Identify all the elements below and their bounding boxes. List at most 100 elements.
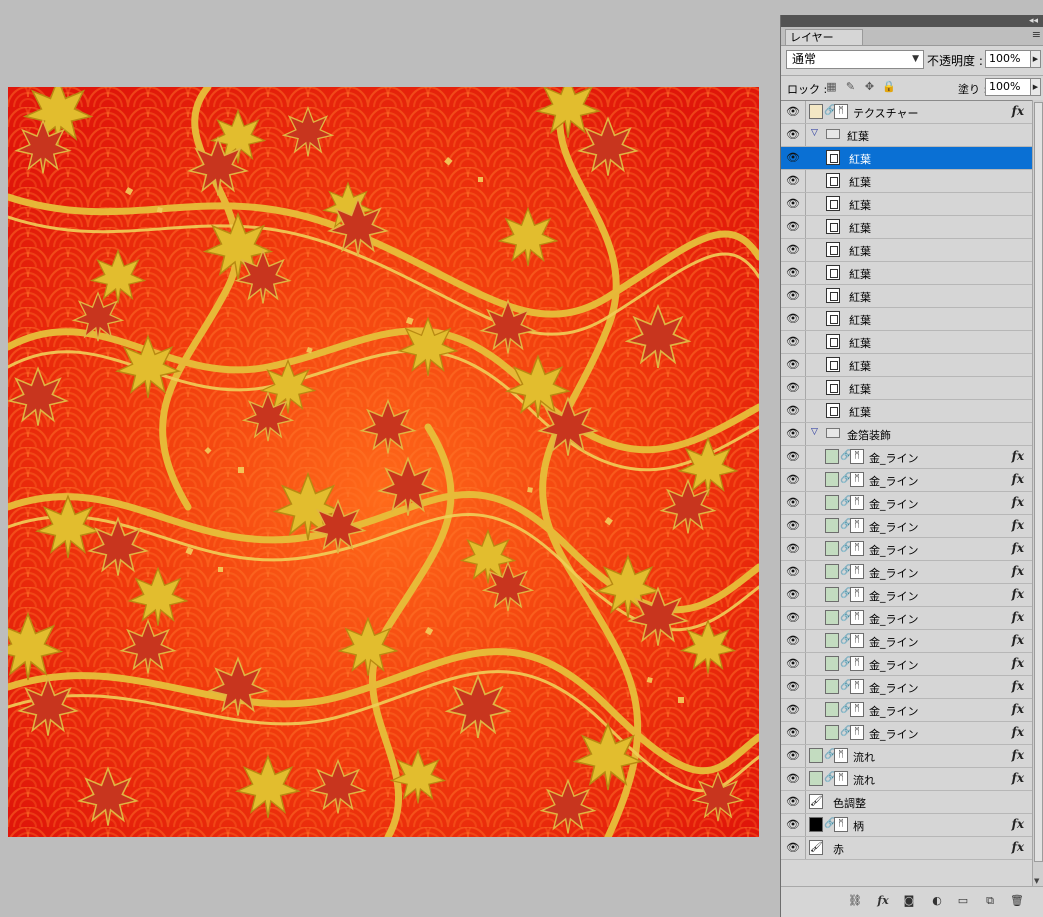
layer-row[interactable]: 👁🔗ᛗ金_ラインfx▼ <box>781 492 1043 515</box>
layer-name[interactable]: 柄 <box>853 818 864 834</box>
layer-row[interactable]: 👁 紅葉 <box>781 354 1043 377</box>
layer-row[interactable]: 👁🔗ᛗ金_ラインfx▼ <box>781 607 1043 630</box>
layer-effects-icon[interactable]: fx <box>1012 656 1024 670</box>
visibility-eye-icon[interactable]: 👁 <box>781 676 806 698</box>
layer-row[interactable]: 👁🔗ᛗ金_ラインfx▼ <box>781 446 1043 469</box>
layer-row[interactable]: 👁🔗ᛗ金_ラインfx▼ <box>781 469 1043 492</box>
layer-row[interactable]: 👁🔗ᛗ流れfx▼ <box>781 768 1043 791</box>
layer-effects-icon[interactable]: fx <box>1012 633 1024 647</box>
layer-row[interactable]: 👁🖌赤fx▼ <box>781 837 1043 860</box>
layer-group-row[interactable]: 👁 ▽ 紅葉 <box>781 124 1043 147</box>
layer-name[interactable]: 金_ライン <box>869 726 919 742</box>
layer-row[interactable]: 👁 紅葉 <box>781 147 1043 170</box>
visibility-eye-icon[interactable]: 👁 <box>781 216 806 238</box>
layer-effects-icon[interactable]: fx <box>1012 587 1024 601</box>
layer-name[interactable]: 金_ライン <box>869 519 919 535</box>
layer-name[interactable]: 紅葉 <box>849 243 871 259</box>
layer-effects-icon[interactable]: fx <box>1012 104 1024 118</box>
layer-row[interactable]: 👁 紅葉 <box>781 400 1043 423</box>
visibility-eye-icon[interactable]: 👁 <box>781 492 806 514</box>
visibility-eye-icon[interactable]: 👁 <box>781 239 806 261</box>
layer-row[interactable]: 👁 紅葉 <box>781 377 1043 400</box>
opacity-slider-arrow[interactable]: ▶ <box>1030 50 1041 68</box>
visibility-eye-icon[interactable]: 👁 <box>781 101 806 123</box>
scroll-down-icon[interactable]: ▼ <box>1034 877 1039 885</box>
layer-row[interactable]: 👁🔗ᛗ金_ラインfx▼ <box>781 561 1043 584</box>
visibility-eye-icon[interactable]: 👁 <box>781 124 806 146</box>
layer-row[interactable]: 👁🔗ᛗ金_ラインfx▼ <box>781 722 1043 745</box>
layer-effects-icon[interactable]: fx <box>1012 518 1024 532</box>
layer-name[interactable]: 金_ライン <box>869 588 919 604</box>
layer-row[interactable]: 👁🔗ᛗ金_ラインfx▼ <box>781 653 1043 676</box>
visibility-eye-icon[interactable]: 👁 <box>781 653 806 675</box>
layer-name[interactable]: 金_ライン <box>869 703 919 719</box>
add-mask-icon[interactable]: ◙ <box>901 893 917 909</box>
visibility-eye-icon[interactable]: 👁 <box>781 722 806 744</box>
layer-name[interactable]: 金_ライン <box>869 680 919 696</box>
fill-field[interactable]: 100% <box>985 78 1031 96</box>
layer-name[interactable]: 金_ライン <box>869 565 919 581</box>
layer-effects-icon[interactable]: fx <box>1012 472 1024 486</box>
layer-name[interactable]: 紅葉 <box>847 128 869 144</box>
layer-name[interactable]: 紅葉 <box>849 197 871 213</box>
visibility-eye-icon[interactable]: 👁 <box>781 193 806 215</box>
layer-effects-icon[interactable]: fx <box>1012 541 1024 555</box>
visibility-eye-icon[interactable]: 👁 <box>781 285 806 307</box>
layer-name[interactable]: 紅葉 <box>849 220 871 236</box>
delete-layer-icon[interactable]: 🗑 <box>1009 893 1025 909</box>
visibility-eye-icon[interactable]: 👁 <box>781 469 806 491</box>
new-group-icon[interactable]: ▭ <box>955 893 971 909</box>
add-layer-style-icon[interactable]: fx <box>875 893 891 909</box>
layer-row[interactable]: 👁🔗ᛗ柄fx▼ <box>781 814 1043 837</box>
layer-name[interactable]: 紅葉 <box>849 289 871 305</box>
lock-image-pixels-icon[interactable]: ✎ <box>844 80 857 93</box>
fill-slider-arrow[interactable]: ▶ <box>1030 78 1041 96</box>
lock-transparent-pixels-icon[interactable]: ▦ <box>825 80 838 93</box>
layer-name[interactable]: 金_ライン <box>869 611 919 627</box>
layer-name[interactable]: 金_ライン <box>869 657 919 673</box>
layer-row[interactable]: 👁 紅葉 <box>781 193 1043 216</box>
visibility-eye-icon[interactable]: 👁 <box>781 630 806 652</box>
layer-effects-icon[interactable]: fx <box>1012 449 1024 463</box>
layer-name[interactable]: 流れ <box>853 749 875 765</box>
layer-row[interactable]: 👁🔗ᛗ金_ラインfx▼ <box>781 630 1043 653</box>
layer-row[interactable]: 👁🔗ᛗテクスチャーfx▼ <box>781 101 1043 124</box>
blend-mode-select[interactable]: 通常 ▼ <box>786 50 924 69</box>
layer-row[interactable]: 👁 紅葉 <box>781 308 1043 331</box>
visibility-eye-icon[interactable]: 👁 <box>781 768 806 790</box>
panel-title-bar[interactable]: ◂◂ <box>781 15 1043 27</box>
visibility-eye-icon[interactable]: 👁 <box>781 745 806 767</box>
expand-arrow-icon[interactable]: ▽ <box>811 427 818 437</box>
visibility-eye-icon[interactable]: 👁 <box>781 584 806 606</box>
layer-row[interactable]: 👁 紅葉 <box>781 216 1043 239</box>
layer-effects-icon[interactable]: fx <box>1012 495 1024 509</box>
layer-name[interactable]: 金箔装飾 <box>847 427 891 443</box>
layer-name[interactable]: 紅葉 <box>849 381 871 397</box>
visibility-eye-icon[interactable]: 👁 <box>781 308 806 330</box>
layer-name[interactable]: 金_ライン <box>869 473 919 489</box>
layer-name[interactable]: 紅葉 <box>849 174 871 190</box>
adjustment-layer-icon[interactable]: ◐ <box>929 893 945 909</box>
tab-layers[interactable]: レイヤー <box>785 29 863 45</box>
layer-name[interactable]: 紅葉 <box>849 266 871 282</box>
layer-name[interactable]: 赤 <box>833 841 844 857</box>
layer-name[interactable]: 紅葉 <box>849 151 871 167</box>
layer-effects-icon[interactable]: fx <box>1012 840 1024 854</box>
visibility-eye-icon[interactable]: 👁 <box>781 814 806 836</box>
layer-row[interactable]: 👁 紅葉 <box>781 262 1043 285</box>
layer-effects-icon[interactable]: fx <box>1012 771 1024 785</box>
visibility-eye-icon[interactable]: 👁 <box>781 377 806 399</box>
document-canvas[interactable] <box>8 87 759 837</box>
visibility-eye-icon[interactable]: 👁 <box>781 837 806 859</box>
layer-name[interactable]: 流れ <box>853 772 875 788</box>
lock-position-icon[interactable]: ✥ <box>863 80 876 93</box>
layer-name[interactable]: 紅葉 <box>849 312 871 328</box>
layer-name[interactable]: 金_ライン <box>869 450 919 466</box>
layer-name[interactable]: テクスチャー <box>853 105 919 121</box>
layer-row[interactable]: 👁 🖌 色調整 <box>781 791 1043 814</box>
layer-row[interactable]: 👁🔗ᛗ金_ラインfx▼ <box>781 676 1043 699</box>
layer-effects-icon[interactable]: fx <box>1012 817 1024 831</box>
visibility-eye-icon[interactable]: 👁 <box>781 147 806 169</box>
visibility-eye-icon[interactable]: 👁 <box>781 331 806 353</box>
scrollbar-thumb[interactable] <box>1034 102 1043 862</box>
